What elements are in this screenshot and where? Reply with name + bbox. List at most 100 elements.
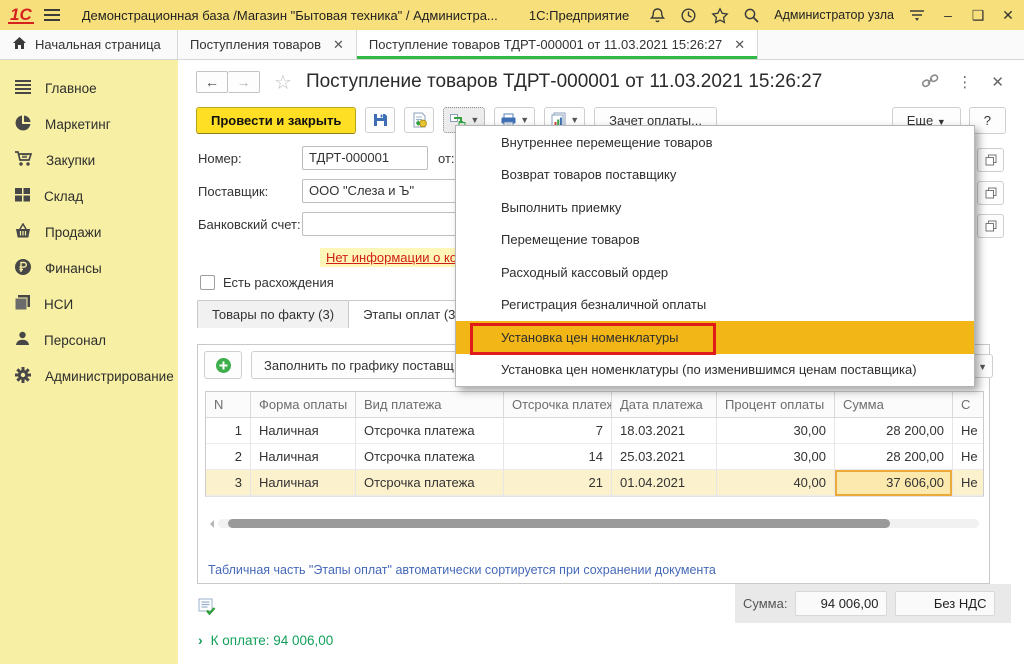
open-supplier-button[interactable] bbox=[977, 181, 1004, 205]
forward-button[interactable]: → bbox=[228, 71, 260, 93]
menu-item-goods-transfer[interactable]: Перемещение товаров bbox=[456, 224, 974, 257]
post-and-close-button[interactable]: Провести и закрыть bbox=[196, 107, 356, 134]
sidebar-item-main[interactable]: Главное bbox=[0, 70, 178, 106]
tab-home[interactable]: Начальная страница bbox=[0, 30, 178, 59]
col-header-status[interactable]: С bbox=[953, 392, 983, 418]
document-header: ← → ☆ Поступление товаров ТДРТ-000001 от… bbox=[178, 60, 1024, 104]
close-document-icon[interactable]: ✕ bbox=[991, 73, 1004, 91]
to-pay-link[interactable]: › К оплате: 94 006,00 bbox=[198, 632, 333, 648]
sidebar-item-warehouse[interactable]: Склад bbox=[0, 178, 178, 214]
cell-sum-selected[interactable]: 37 606,00 bbox=[835, 470, 953, 496]
menu-item-set-item-prices[interactable]: Установка цен номенклатуры bbox=[456, 321, 974, 354]
cell-delay[interactable]: 7 bbox=[504, 418, 612, 444]
history-icon[interactable] bbox=[680, 7, 697, 24]
col-header-payment-type[interactable]: Вид платежа bbox=[356, 392, 504, 418]
cell-n[interactable]: 1 bbox=[206, 418, 251, 444]
tab-receipt-document[interactable]: Поступление товаров ТДРТ-000001 от 11.03… bbox=[357, 30, 758, 59]
cell-delay[interactable]: 21 bbox=[504, 470, 612, 496]
save-button[interactable] bbox=[365, 107, 395, 133]
open-bank-account-button[interactable] bbox=[977, 214, 1004, 238]
cell-date[interactable]: 01.04.2021 bbox=[612, 470, 717, 496]
number-label: Номер: bbox=[198, 151, 302, 166]
cell-delay[interactable]: 14 bbox=[504, 444, 612, 470]
basket-icon bbox=[14, 223, 32, 242]
scrollbar-thumb[interactable] bbox=[228, 519, 890, 528]
grid-icon bbox=[14, 187, 31, 205]
tab-close-icon[interactable]: ✕ bbox=[734, 37, 745, 53]
maximize-button[interactable]: ❑ bbox=[970, 7, 986, 23]
cell-type[interactable]: Отсрочка платежа bbox=[356, 418, 504, 444]
menu-item-cash-expense-order[interactable]: Расходный кассовый ордер bbox=[456, 256, 974, 289]
table-row[interactable]: 2 Наличная Отсрочка платежа 14 25.03.202… bbox=[206, 444, 983, 470]
more-menu-icon[interactable]: ⋮ bbox=[957, 73, 973, 91]
col-header-date[interactable]: Дата платежа bbox=[612, 392, 717, 418]
back-button[interactable]: ← bbox=[196, 71, 228, 93]
cell-percent[interactable]: 30,00 bbox=[717, 444, 835, 470]
to-pay-label: К оплате: 94 006,00 bbox=[211, 633, 334, 648]
cell-n[interactable]: 2 bbox=[206, 444, 251, 470]
number-input[interactable]: ТДРТ-000001 bbox=[302, 146, 428, 170]
sidebar-item-marketing[interactable]: Маркетинг bbox=[0, 106, 178, 142]
cell-status[interactable]: Не bbox=[953, 470, 983, 496]
sidebar-item-sales[interactable]: Продажи bbox=[0, 214, 178, 250]
sidebar-item-finance[interactable]: Финансы bbox=[0, 250, 178, 286]
menu-item-internal-transfer[interactable]: Внутреннее перемещение товаров bbox=[456, 126, 974, 159]
add-row-button[interactable] bbox=[204, 351, 242, 379]
sidebar-item-label: НСИ bbox=[44, 297, 73, 312]
tab-goods-by-fact[interactable]: Товары по факту (3) bbox=[197, 300, 349, 328]
notifications-bell-icon[interactable] bbox=[649, 7, 666, 24]
cell-date[interactable]: 25.03.2021 bbox=[612, 444, 717, 470]
discrepancy-checkbox[interactable] bbox=[200, 275, 215, 290]
scroll-left-arrow-icon[interactable] bbox=[206, 520, 214, 528]
sidebar-item-label: Администрирование bbox=[45, 369, 174, 384]
tab-close-icon[interactable]: ✕ bbox=[333, 37, 344, 53]
sidebar-item-personnel[interactable]: Персонал bbox=[0, 322, 178, 358]
dropdown-arrow-icon: ▼ bbox=[978, 362, 987, 372]
no-contract-info-link[interactable]: Нет информации о кон bbox=[320, 248, 470, 267]
horizontal-scrollbar[interactable] bbox=[206, 518, 979, 529]
col-header-sum[interactable]: Сумма bbox=[835, 392, 953, 418]
table-row-selected[interactable]: 3 Наличная Отсрочка платежа 21 01.04.202… bbox=[206, 470, 983, 496]
menu-item-return-to-supplier[interactable]: Возврат товаров поставщику bbox=[456, 159, 974, 192]
sidebar-item-nsi[interactable]: НСИ bbox=[0, 286, 178, 322]
main-menu-icon[interactable] bbox=[44, 9, 60, 21]
get-link-icon[interactable] bbox=[921, 73, 939, 92]
cell-form[interactable]: Наличная bbox=[251, 470, 356, 496]
close-window-button[interactable]: ✕ bbox=[1000, 7, 1016, 23]
col-header-delay[interactable]: Отсрочка платежа bbox=[504, 392, 612, 418]
menu-item-register-cashless-payment[interactable]: Регистрация безналичной оплаты bbox=[456, 289, 974, 322]
cell-status[interactable]: Не bbox=[953, 418, 983, 444]
cell-percent[interactable]: 40,00 bbox=[717, 470, 835, 496]
cell-sum[interactable]: 28 200,00 bbox=[835, 444, 953, 470]
tab-home-label: Начальная страница bbox=[35, 37, 161, 52]
menu-item-perform-acceptance[interactable]: Выполнить приемку bbox=[456, 191, 974, 224]
sidebar-item-purchases[interactable]: Закупки bbox=[0, 142, 178, 178]
vat-value[interactable]: Без НДС bbox=[895, 591, 995, 616]
cell-percent[interactable]: 30,00 bbox=[717, 418, 835, 444]
post-document-button[interactable] bbox=[404, 107, 434, 133]
favorites-star-icon[interactable] bbox=[711, 7, 729, 24]
window-tab-bar: Начальная страница Поступления товаров ✕… bbox=[0, 30, 1024, 60]
date-label: от: bbox=[438, 151, 455, 166]
col-header-percent[interactable]: Процент оплаты bbox=[717, 392, 835, 418]
service-settings-icon[interactable] bbox=[908, 8, 926, 22]
cell-status[interactable]: Не bbox=[953, 444, 983, 470]
open-number-button[interactable] bbox=[977, 148, 1004, 172]
minimize-button[interactable]: – bbox=[940, 7, 956, 23]
cell-n[interactable]: 3 bbox=[206, 470, 251, 496]
col-header-n[interactable]: N bbox=[206, 392, 251, 418]
cell-type[interactable]: Отсрочка платежа bbox=[356, 470, 504, 496]
tab-receipts-list[interactable]: Поступления товаров ✕ bbox=[178, 30, 357, 59]
cell-sum[interactable]: 28 200,00 bbox=[835, 418, 953, 444]
cell-date[interactable]: 18.03.2021 bbox=[612, 418, 717, 444]
menu-item-set-item-prices-changed[interactable]: Установка цен номенклатуры (по изменивши… bbox=[456, 354, 974, 387]
cell-form[interactable]: Наличная bbox=[251, 444, 356, 470]
cell-form[interactable]: Наличная bbox=[251, 418, 356, 444]
search-icon[interactable] bbox=[743, 7, 760, 24]
current-user[interactable]: Администратор узла bbox=[774, 8, 894, 22]
favorite-star-icon[interactable]: ☆ bbox=[274, 70, 292, 95]
col-header-payment-form[interactable]: Форма оплаты bbox=[251, 392, 356, 418]
sidebar-item-administration[interactable]: Администрирование bbox=[0, 358, 178, 394]
table-row[interactable]: 1 Наличная Отсрочка платежа 7 18.03.2021… bbox=[206, 418, 983, 444]
cell-type[interactable]: Отсрочка платежа bbox=[356, 444, 504, 470]
